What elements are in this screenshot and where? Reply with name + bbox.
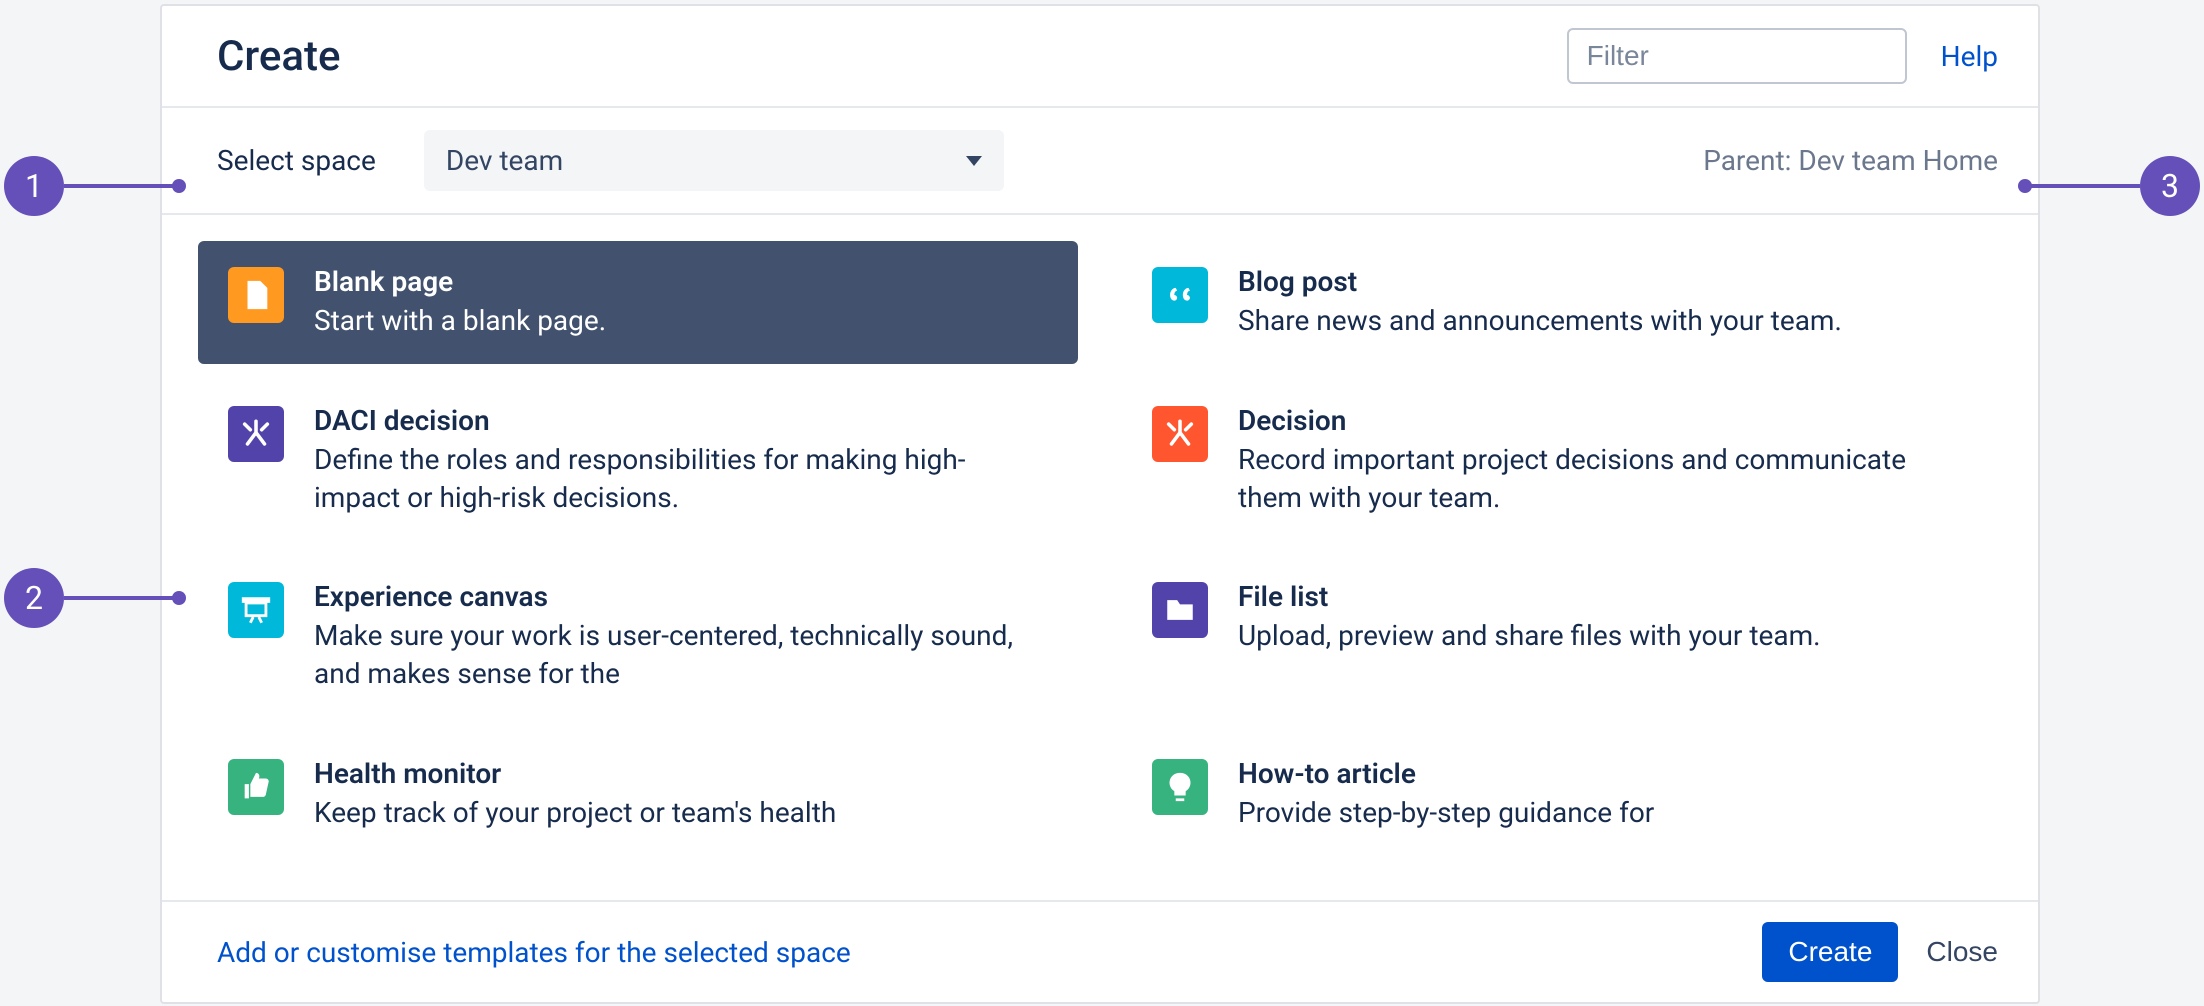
callout-3: 3	[2024, 156, 2200, 216]
template-item[interactable]: How-to article Provide step-by-step guida…	[1122, 733, 2002, 856]
template-item[interactable]: Experience canvas Make sure your work is …	[198, 556, 1078, 717]
template-title: Blank page	[314, 265, 1048, 298]
help-link[interactable]: Help	[1941, 40, 1998, 73]
template-title: File list	[1238, 580, 1972, 613]
template-title: Experience canvas	[314, 580, 1048, 613]
template-description: Record important project decisions and c…	[1238, 441, 1972, 517]
decision-icon	[1152, 406, 1208, 462]
template-title: Decision	[1238, 404, 1972, 437]
thumb-icon	[228, 759, 284, 815]
template-item[interactable]: Health monitor Keep track of your project…	[198, 733, 1078, 856]
dialog-footer: Add or customise templates for the selec…	[162, 900, 2038, 1002]
customise-templates-link[interactable]: Add or customise templates for the selec…	[217, 936, 851, 969]
create-button[interactable]: Create	[1762, 922, 1898, 982]
callout-2: 2	[4, 568, 180, 628]
select-space-label: Select space	[217, 144, 376, 177]
folder-icon	[1152, 582, 1208, 638]
callout-1: 1	[4, 156, 180, 216]
bulb-icon	[1152, 759, 1208, 815]
template-description: Make sure your work is user-centered, te…	[314, 617, 1048, 693]
template-title: How-to article	[1238, 757, 1972, 790]
space-select-value: Dev team	[446, 144, 563, 177]
dialog-title: Create	[217, 32, 1567, 81]
canvas-icon	[228, 582, 284, 638]
template-description: Start with a blank page.	[314, 302, 1048, 340]
page-icon	[228, 267, 284, 323]
chevron-down-icon	[966, 156, 982, 166]
template-description: Define the roles and responsibilities fo…	[314, 441, 1048, 517]
template-description: Upload, preview and share files with you…	[1238, 617, 1972, 655]
parent-page-label: Parent: Dev team Home	[1703, 144, 1998, 177]
template-item[interactable]: Decision Record important project decisio…	[1122, 380, 2002, 541]
dialog-header: Create Help	[162, 6, 2038, 108]
template-description: Provide step-by-step guidance for	[1238, 794, 1972, 832]
filter-input[interactable]	[1567, 28, 1907, 84]
template-item[interactable]: Blog post Share news and announcements wi…	[1122, 241, 2002, 364]
template-title: DACI decision	[314, 404, 1048, 437]
template-description: Share news and announcements with your t…	[1238, 302, 1972, 340]
template-list: Blank page Start with a blank page. Blog p…	[162, 215, 2038, 900]
space-row: Select space Dev team Parent: Dev team H…	[162, 108, 2038, 215]
template-item[interactable]: DACI decision Define the roles and respon…	[198, 380, 1078, 541]
decision-icon	[228, 406, 284, 462]
template-item[interactable]: Blank page Start with a blank page.	[198, 241, 1078, 364]
space-select[interactable]: Dev team	[424, 130, 1004, 191]
callout-badge: 3	[2140, 156, 2200, 216]
quote-icon	[1152, 267, 1208, 323]
close-button[interactable]: Close	[1926, 936, 1998, 968]
template-title: Health monitor	[314, 757, 1048, 790]
callout-badge: 2	[4, 568, 64, 628]
callout-badge: 1	[4, 156, 64, 216]
template-description: Keep track of your project or team's hea…	[314, 794, 1048, 832]
template-title: Blog post	[1238, 265, 1972, 298]
template-item[interactable]: File list Upload, preview and share files…	[1122, 556, 2002, 717]
create-dialog: Create Help Select space Dev team Parent…	[160, 4, 2040, 1004]
